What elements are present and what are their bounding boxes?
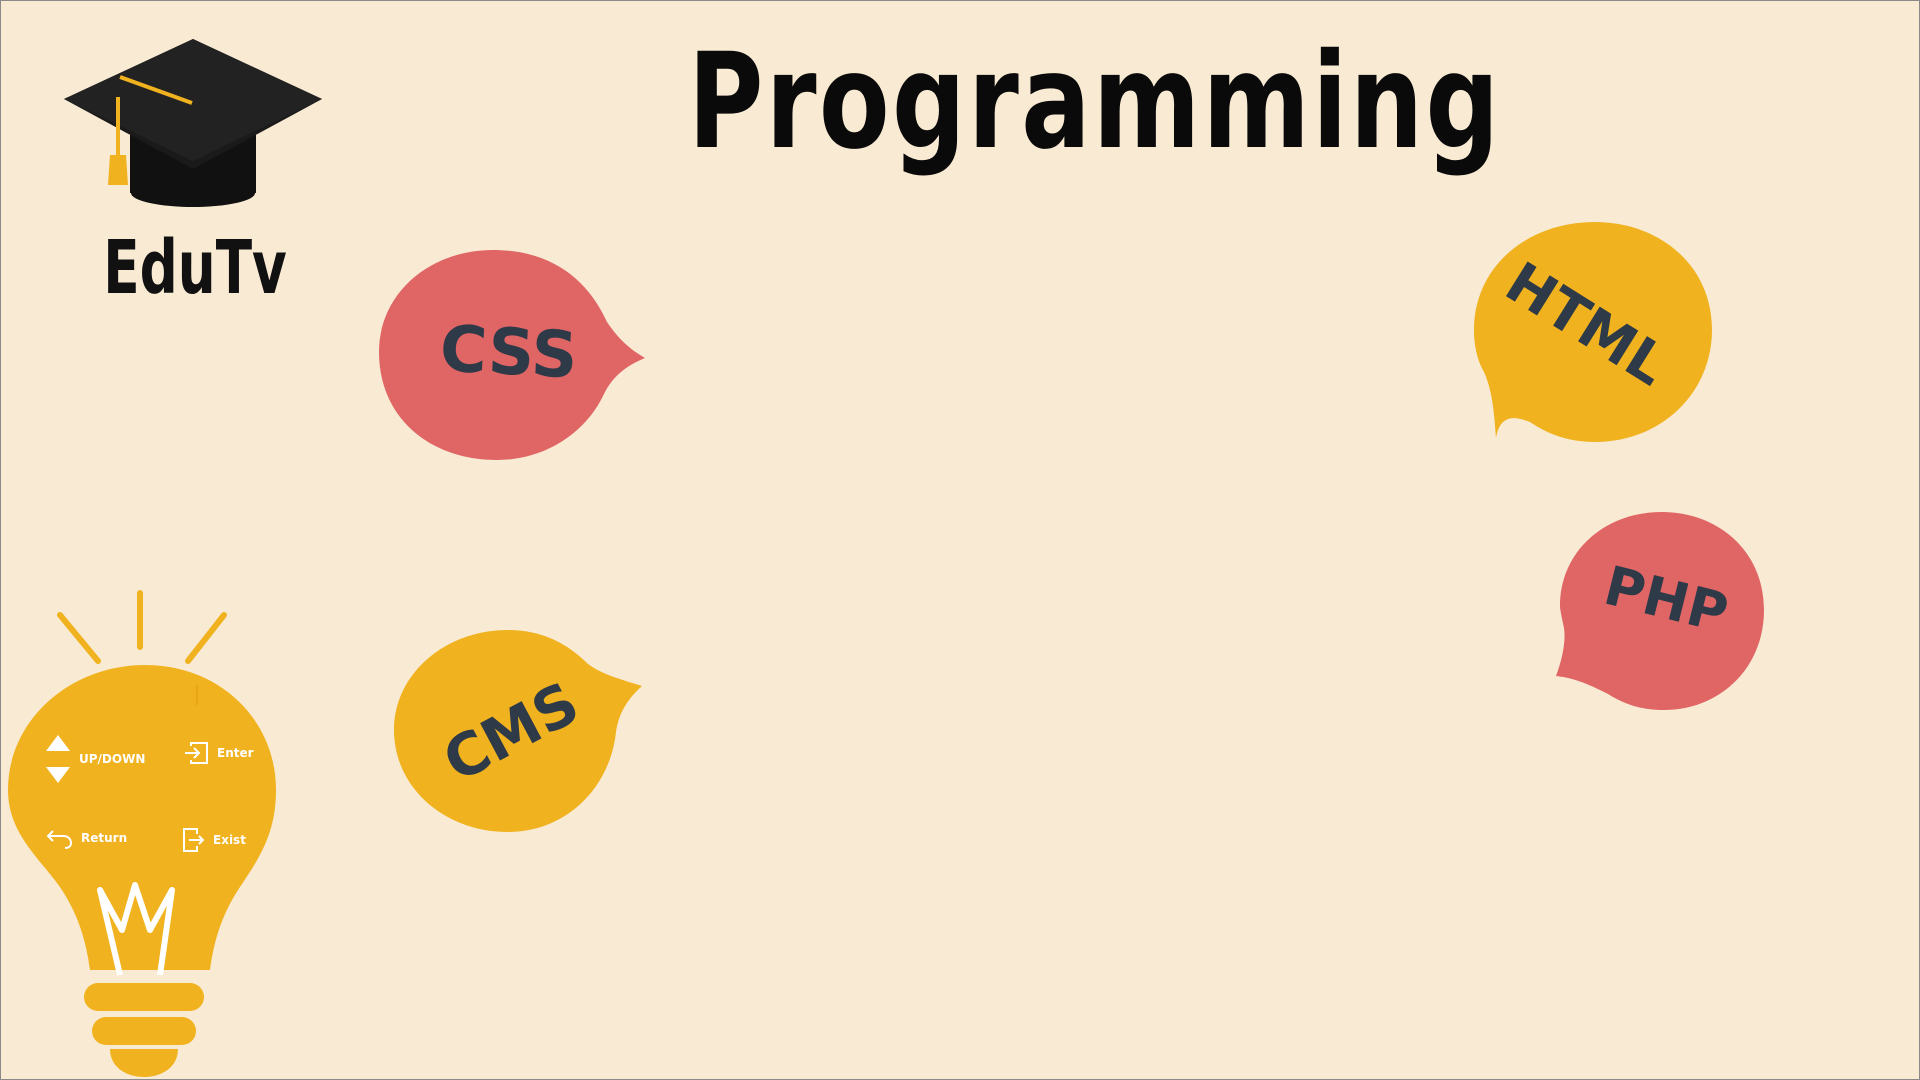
exit-icon	[183, 828, 205, 852]
lightbulb-icon	[8, 590, 276, 1077]
topic-bubble-css[interactable]: CSS	[375, 248, 650, 463]
control-exist-label: Exist	[213, 833, 246, 847]
enter-icon	[185, 742, 208, 764]
page-title: Programming	[688, 25, 1502, 179]
control-return-label: Return	[81, 831, 128, 845]
control-exist: Exist	[183, 828, 246, 852]
logo-text: EduTv	[103, 225, 287, 311]
control-enter: Enter	[183, 742, 254, 764]
control-enter-label: Enter	[217, 746, 254, 760]
graduation-cap-icon	[64, 39, 322, 207]
return-icon	[46, 830, 73, 849]
topic-bubble-php[interactable]: PHP	[1552, 510, 1767, 712]
lightbulb-controls: UP/DOWN Enter Return Exist	[0, 585, 290, 1080]
topic-bubble-cms[interactable]: CMS	[390, 628, 645, 833]
topic-label-css: CSS	[438, 312, 580, 394]
topic-bubble-html[interactable]: HTML	[1470, 220, 1715, 445]
control-return: Return	[45, 827, 127, 849]
up-down-arrows-icon	[46, 735, 70, 783]
control-updown: UP/DOWN	[45, 733, 145, 785]
edutv-logo: EduTv	[60, 35, 330, 315]
control-updown-label: UP/DOWN	[79, 752, 146, 766]
